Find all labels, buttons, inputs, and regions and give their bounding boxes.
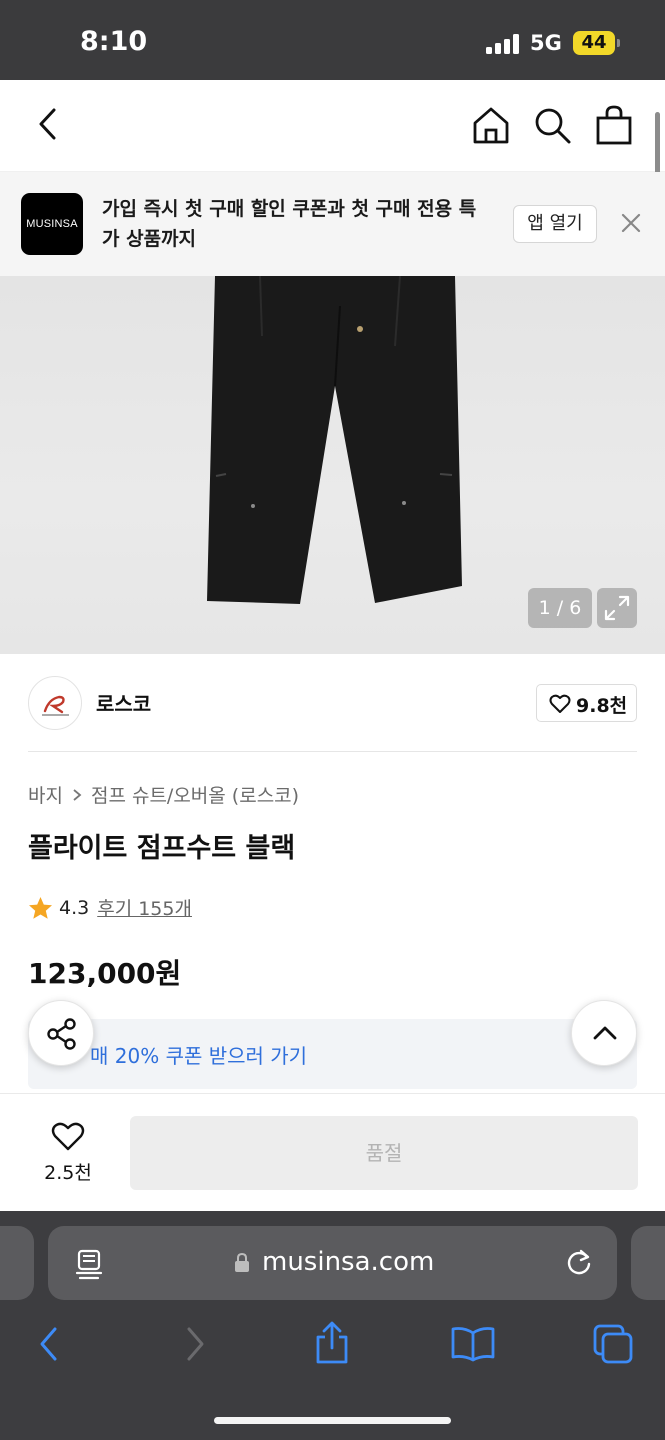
review-count-link[interactable]: 후기 155개 xyxy=(97,894,192,921)
brand-name[interactable]: 로스코 xyxy=(96,688,151,717)
product-price: 123,000원 xyxy=(28,957,182,990)
lock-icon xyxy=(235,1253,249,1272)
network-type: 5G xyxy=(530,31,562,55)
battery-icon: 44 xyxy=(573,31,615,55)
close-icon[interactable] xyxy=(620,212,642,234)
divider xyxy=(28,751,637,752)
tabs-icon[interactable] xyxy=(592,1323,634,1365)
expand-image-button[interactable] xyxy=(597,588,637,628)
scroll-to-top-button[interactable] xyxy=(571,1000,637,1066)
breadcrumb-subcategory[interactable]: 점프 슈트/오버올 (로스코) xyxy=(91,781,299,808)
home-indicator xyxy=(214,1417,451,1424)
chevron-up-icon xyxy=(593,1026,617,1040)
app-install-banner: MUSINSA 가입 즉시 첫 구매 할인 쿠폰과 첫 구매 전용 특가 상품까… xyxy=(0,172,665,276)
share-icon xyxy=(47,1018,76,1050)
breadcrumb-category[interactable]: 바지 xyxy=(28,781,63,808)
shopping-bag-icon[interactable] xyxy=(595,104,633,146)
banner-message: 가입 즉시 첫 구매 할인 쿠폰과 첫 구매 전용 특가 상품까지 xyxy=(102,198,477,250)
home-icon[interactable] xyxy=(470,104,512,146)
browser-back-icon[interactable] xyxy=(36,1326,62,1362)
rothco-logo-icon xyxy=(42,695,69,716)
bookmarks-icon[interactable] xyxy=(450,1325,496,1363)
coupon-text[interactable]: 매 20% 쿠폰 받으러 가기 xyxy=(90,1040,307,1069)
url-text[interactable]: musinsa.com xyxy=(262,1247,434,1277)
battery-tip xyxy=(617,39,620,47)
status-bar: 8:10 5G 44 xyxy=(0,0,665,80)
top-navigation xyxy=(0,80,665,172)
previous-tab-preview[interactable] xyxy=(0,1226,34,1300)
back-arrow-icon[interactable] xyxy=(34,106,64,142)
wishlist-heart-icon[interactable] xyxy=(51,1121,85,1152)
rating-score: 4.3 xyxy=(59,896,90,919)
star-icon xyxy=(29,896,52,919)
breadcrumb: 바지 점프 슈트/오버올 (로스코) xyxy=(28,781,299,808)
musinsa-logo: MUSINSA xyxy=(21,193,83,255)
status-time: 8:10 xyxy=(80,26,148,57)
sold-out-button[interactable]: 품절 xyxy=(130,1116,638,1190)
open-app-button[interactable]: 앱 열기 xyxy=(513,205,597,243)
brand-logo[interactable] xyxy=(28,676,82,730)
heart-icon xyxy=(549,694,571,713)
expand-icon xyxy=(604,595,630,621)
next-tab-preview[interactable] xyxy=(631,1226,665,1300)
chevron-right-icon xyxy=(73,788,82,801)
cellular-signal-icon xyxy=(486,34,520,54)
product-title: 플라이트 점프수트 블랙 xyxy=(28,833,296,864)
rating-row: 4.3 후기 155개 xyxy=(28,894,192,921)
reload-icon[interactable] xyxy=(564,1248,594,1278)
share-button[interactable] xyxy=(28,1000,94,1066)
wishlist-count: 2.5천 xyxy=(44,1162,92,1184)
search-icon[interactable] xyxy=(533,106,573,146)
reader-page-icon xyxy=(75,1249,103,1280)
image-counter: 1 / 6 xyxy=(528,588,592,628)
share-sheet-icon[interactable] xyxy=(313,1320,351,1366)
brand-like-count: 9.8천 xyxy=(576,695,628,717)
browser-forward-icon[interactable] xyxy=(182,1326,208,1362)
brand-like-button[interactable]: 9.8천 xyxy=(536,684,637,722)
